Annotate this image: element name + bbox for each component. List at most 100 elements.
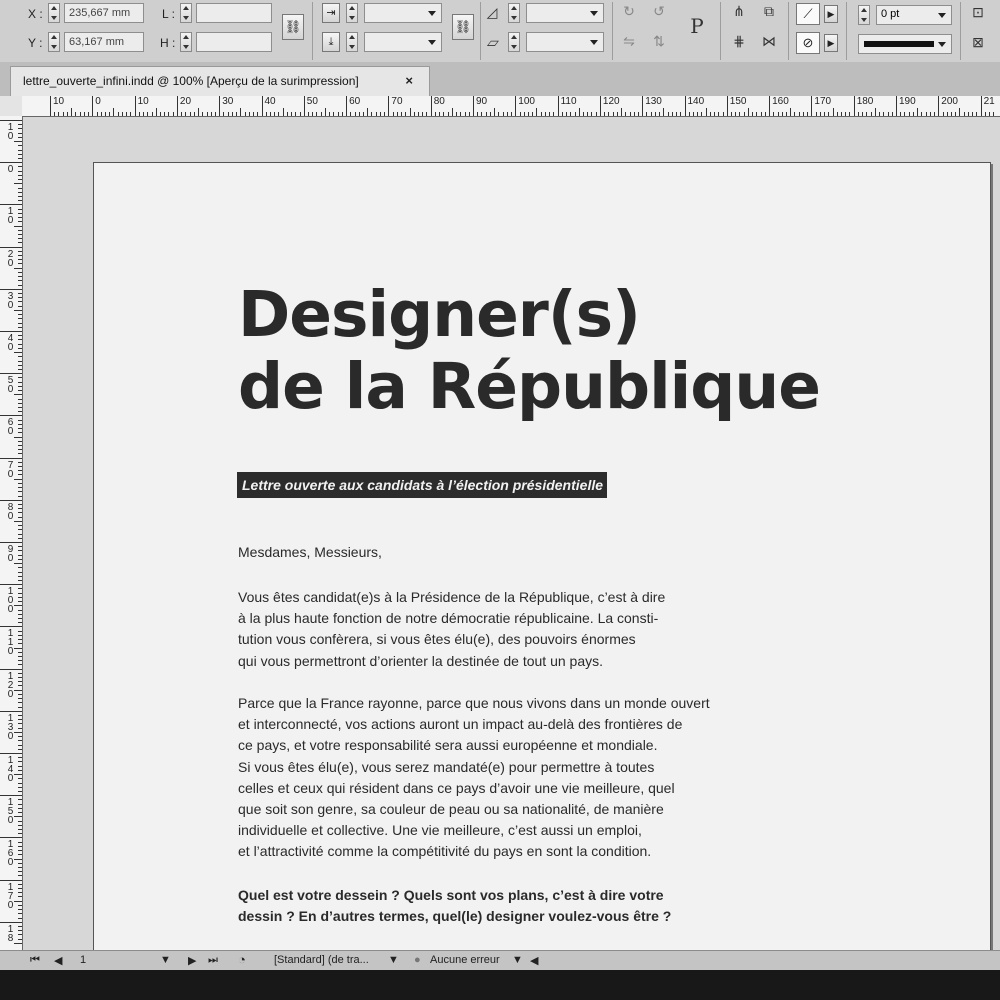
ruler-minor-tick bbox=[18, 411, 22, 413]
ruler-minor-tick bbox=[14, 520, 22, 522]
y-field[interactable]: 63,167 mm bbox=[64, 32, 144, 52]
x-spinner[interactable] bbox=[48, 3, 60, 23]
paragraph-line: qui vous permettront d’orienter la desti… bbox=[238, 652, 603, 669]
center-content-icon[interactable]: ⊠ bbox=[968, 34, 988, 51]
frame-fitting-icon[interactable]: ⊡ bbox=[968, 4, 988, 21]
chevron-down-icon bbox=[590, 11, 598, 16]
ruler-minor-tick bbox=[709, 112, 711, 116]
select-content-icon[interactable]: ⧉ bbox=[758, 3, 780, 20]
rotate-dropdown[interactable] bbox=[526, 3, 604, 23]
paragraph-2[interactable]: Parce que la France rayonne, parce que n… bbox=[238, 693, 738, 863]
ruler-minor-tick bbox=[439, 112, 441, 116]
stroke-weight-dropdown[interactable]: 0 pt bbox=[876, 5, 952, 25]
ruler-minor-tick bbox=[109, 112, 111, 116]
width-spinner[interactable] bbox=[180, 3, 192, 23]
first-page-icon[interactable]: ⏮ bbox=[30, 954, 40, 967]
document-tab[interactable]: lettre_ouverte_infini.indd @ 100% [Aperç… bbox=[10, 66, 430, 96]
stroke-menu-icon[interactable]: ▶ bbox=[824, 34, 838, 52]
ruler-minor-tick bbox=[14, 309, 22, 311]
ruler-minor-tick bbox=[18, 828, 22, 830]
fill-none-icon[interactable]: ⟋ bbox=[796, 3, 820, 25]
flip-vertical-icon[interactable]: ⇅ bbox=[648, 33, 670, 50]
ruler-minor-tick bbox=[621, 108, 623, 116]
ruler-minor-tick bbox=[14, 647, 22, 649]
previous-page-icon[interactable]: ◀ bbox=[54, 954, 62, 967]
select-previous-icon[interactable]: ⋕ bbox=[728, 33, 750, 50]
ruler-minor-tick bbox=[18, 537, 22, 539]
ruler-minor-tick bbox=[18, 790, 22, 792]
ruler-minor-tick bbox=[637, 112, 639, 116]
ruler-label: 140 bbox=[7, 755, 14, 784]
ruler-minor-tick bbox=[18, 677, 22, 679]
stroke-none-icon[interactable]: ⊘ bbox=[796, 32, 820, 54]
flip-horizontal-icon[interactable]: ⇋ bbox=[618, 33, 640, 50]
ruler-minor-tick bbox=[866, 112, 868, 116]
scale-x-spinner[interactable] bbox=[346, 3, 358, 23]
ruler-minor-tick bbox=[18, 558, 22, 560]
constrain-scale-icon[interactable]: ⛓ bbox=[452, 14, 474, 40]
ruler-major-tick bbox=[0, 457, 22, 459]
constrain-proportions-icon[interactable]: ⛓ bbox=[282, 14, 304, 40]
width-field[interactable] bbox=[196, 3, 272, 23]
vertical-ruler[interactable]: 10 0 10 20 30 40 50 60 70 80 90 100 110 120 130 140 150 1… bbox=[0, 116, 23, 950]
ruler-minor-tick bbox=[18, 339, 22, 341]
fill-menu-icon[interactable]: ▶ bbox=[824, 5, 838, 23]
shear-spinner[interactable] bbox=[508, 32, 520, 52]
ruler-minor-tick bbox=[18, 769, 22, 771]
ruler-minor-tick bbox=[295, 112, 297, 116]
scroll-left-icon[interactable]: ◀ bbox=[530, 954, 538, 967]
ruler-major-tick bbox=[980, 96, 982, 116]
ruler-minor-tick bbox=[299, 112, 301, 116]
ruler-minor-tick bbox=[18, 242, 22, 244]
salutation[interactable]: Mesdames, Messieurs, bbox=[238, 542, 738, 563]
rotate-ccw-icon[interactable]: ↺ bbox=[648, 3, 670, 20]
page-number-field[interactable]: 1 bbox=[80, 954, 86, 966]
shear-angle-icon: ▱ bbox=[486, 34, 498, 50]
preflight-profile[interactable]: [Standard] (de tra... bbox=[274, 954, 369, 966]
ruler-minor-tick bbox=[18, 217, 22, 219]
ruler-minor-tick bbox=[18, 390, 22, 392]
ruler-minor-tick bbox=[485, 112, 487, 116]
select-container-icon[interactable]: ⋔ bbox=[728, 3, 750, 20]
close-icon[interactable]: × bbox=[405, 73, 413, 88]
stroke-type-dropdown[interactable] bbox=[858, 34, 952, 54]
ruler-label: 110 bbox=[560, 96, 577, 107]
ruler-major-tick bbox=[642, 96, 644, 116]
last-page-icon[interactable]: ⏭ bbox=[208, 954, 218, 967]
ruler-minor-tick bbox=[14, 731, 22, 733]
document-headline[interactable]: Designer(s) de la République bbox=[238, 279, 821, 423]
scale-x-dropdown[interactable] bbox=[364, 3, 442, 23]
shear-dropdown[interactable] bbox=[526, 32, 604, 52]
height-spinner[interactable] bbox=[180, 32, 192, 52]
x-field[interactable]: 235,667 mm bbox=[64, 3, 144, 23]
height-field[interactable] bbox=[196, 32, 272, 52]
ruler-minor-tick bbox=[604, 112, 606, 116]
rotate-spinner[interactable] bbox=[508, 3, 520, 23]
stroke-weight-spinner[interactable] bbox=[858, 5, 870, 25]
ruler-minor-tick bbox=[75, 112, 77, 116]
paragraph-1[interactable]: Vous êtes candidat(e)s à la Présidence d… bbox=[238, 587, 738, 672]
paragraph-3[interactable]: Quel est votre dessein ? Quels sont vos … bbox=[238, 885, 738, 927]
pasteboard[interactable]: Designer(s) de la République Lettre ouve… bbox=[23, 117, 1000, 964]
page-menu-chevron-down-icon[interactable]: ▼ bbox=[160, 954, 171, 966]
preflight-chevron-down-icon[interactable]: ▼ bbox=[512, 954, 523, 966]
next-page-icon[interactable]: ▶ bbox=[188, 954, 196, 967]
profile-chevron-down-icon[interactable]: ▼ bbox=[388, 954, 399, 966]
scale-y-dropdown[interactable] bbox=[364, 32, 442, 52]
ruler-minor-tick bbox=[248, 112, 250, 116]
horizontal-ruler[interactable]: 10 0 10 20 30 40 50 60 70 80 90 100 110 120 130 140 150 1… bbox=[22, 96, 1000, 117]
ruler-minor-tick bbox=[14, 225, 22, 227]
ruler-minor-tick bbox=[18, 748, 22, 750]
document-subtitle[interactable]: Lettre ouverte aux candidats à l’électio… bbox=[237, 472, 608, 498]
y-spinner[interactable] bbox=[48, 32, 60, 52]
ruler-minor-tick bbox=[18, 862, 22, 864]
ruler-minor-tick bbox=[14, 816, 22, 818]
rotate-cw-icon[interactable]: ↻ bbox=[618, 3, 640, 20]
document-page[interactable]: Designer(s) de la République Lettre ouve… bbox=[93, 162, 991, 964]
select-next-icon[interactable]: ⋈ bbox=[758, 33, 780, 50]
scale-y-spinner[interactable] bbox=[346, 32, 358, 52]
ruler-origin[interactable] bbox=[0, 96, 23, 117]
open-page-icon[interactable]: ◔ bbox=[238, 952, 246, 967]
ruler-minor-tick bbox=[18, 601, 22, 603]
ruler-major-tick bbox=[430, 96, 432, 116]
